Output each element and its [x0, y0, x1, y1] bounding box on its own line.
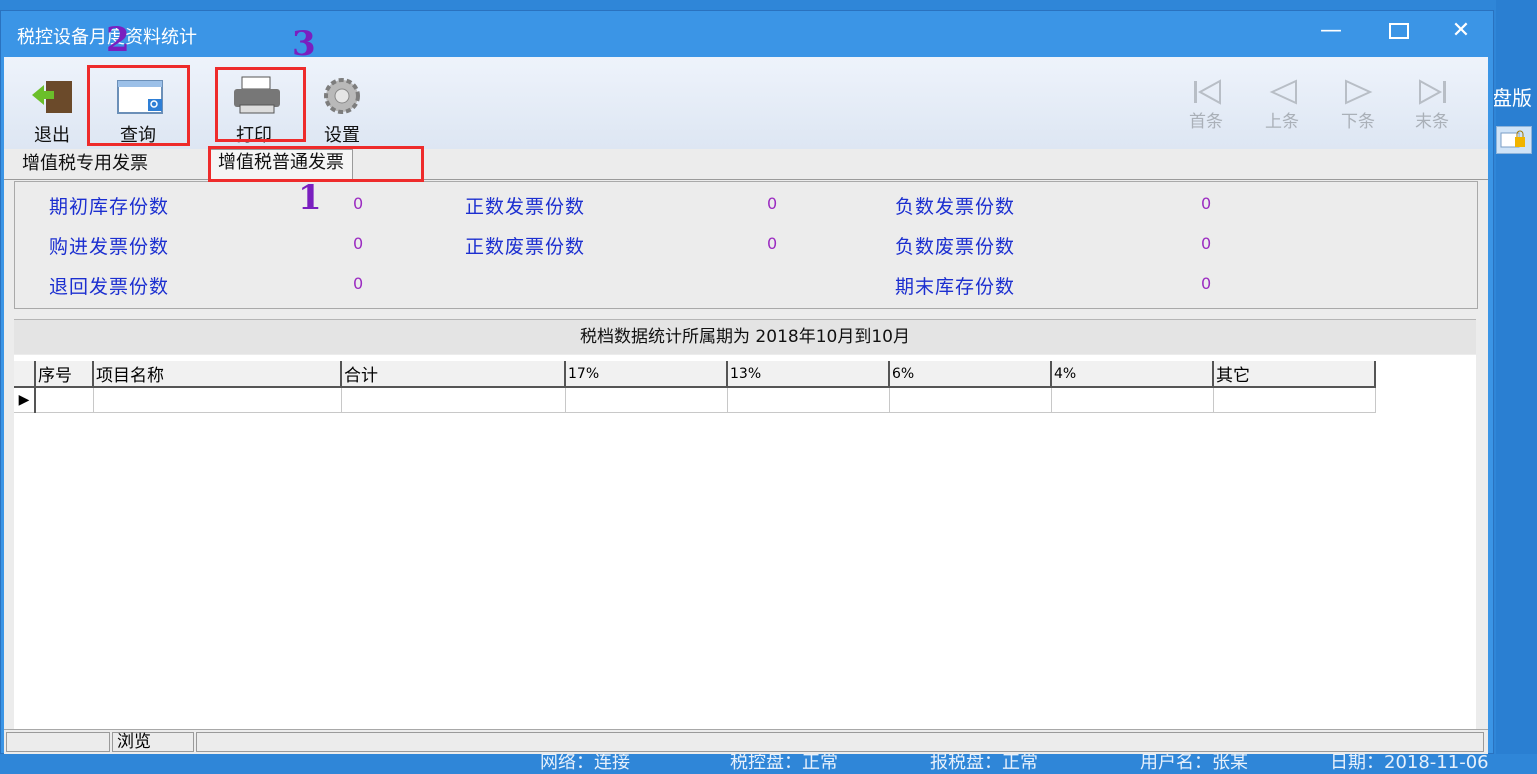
- background-statusbar: 网络：连接 税控盘：正常 报税盘：正常 用户名：张某 日期：2018-11-06: [0, 752, 1537, 773]
- highlight-print-button: [215, 67, 306, 142]
- highlight-query-button: [87, 65, 190, 146]
- closing-stock-label: 期末库存份数: [895, 276, 1016, 298]
- title-bar[interactable]: 税控设备月度资料统计 — ✕: [1, 11, 1493, 57]
- column-header[interactable]: 6%: [889, 361, 1052, 388]
- last-record-button[interactable]: 末条: [1402, 77, 1462, 137]
- skip-last-icon: [1416, 77, 1450, 107]
- positive-void-label: 正数废票份数: [465, 236, 586, 258]
- negative-void-label: 负数废票份数: [895, 236, 1016, 258]
- purchased-label: 购进发票份数: [49, 236, 170, 258]
- status-cell: [196, 732, 1484, 752]
- exit-button[interactable]: 退出: [20, 75, 84, 146]
- last-record-label: 末条: [1415, 112, 1449, 132]
- minimize-button[interactable]: —: [1311, 15, 1351, 47]
- arrow-right-icon: [1342, 77, 1376, 107]
- annotation-mark: 3: [292, 24, 316, 64]
- purchased-value: 0: [353, 234, 364, 253]
- settings-button[interactable]: 设置: [310, 75, 374, 146]
- data-grid-area[interactable]: 序号 项目名称 合计 17% 13% 6% 4% 其它 ▶: [14, 355, 1476, 731]
- arrow-left-icon: [1266, 77, 1300, 107]
- grid-corner: [14, 361, 36, 388]
- column-header[interactable]: 其它: [1213, 361, 1376, 388]
- annotation-mark: 1: [298, 178, 322, 218]
- lock-icon: [1496, 126, 1532, 154]
- returned-value: 0: [353, 274, 364, 293]
- table-row[interactable]: ▶: [14, 387, 1376, 413]
- positive-invoices-label: 正数发票份数: [465, 196, 586, 218]
- positive-void-value: 0: [767, 234, 778, 253]
- close-button[interactable]: ✕: [1441, 15, 1481, 47]
- table-cell[interactable]: [1051, 387, 1214, 413]
- column-header[interactable]: 合计: [341, 361, 566, 388]
- column-header[interactable]: 4%: [1051, 361, 1214, 388]
- statistics-period: 税档数据统计所属期为 2018年10月到10月: [14, 319, 1476, 354]
- column-header[interactable]: 序号: [35, 361, 94, 388]
- gear-icon: [320, 75, 364, 117]
- table-cell[interactable]: [1213, 387, 1376, 413]
- background-text: 盘版: [1492, 86, 1532, 110]
- table-cell[interactable]: [341, 387, 566, 413]
- settings-label: 设置: [324, 125, 360, 146]
- table-cell[interactable]: [727, 387, 890, 413]
- tab-special-vat-invoice[interactable]: 增值税专用发票: [14, 151, 156, 177]
- stats-panel: 期初库存份数 0 购进发票份数 0 退回发票份数 0 正数发票份数 0 正数废票…: [14, 181, 1478, 309]
- first-record-button[interactable]: 首条: [1176, 77, 1236, 137]
- maximize-button[interactable]: [1379, 15, 1419, 47]
- opening-stock-value: 0: [353, 194, 364, 213]
- table-cell[interactable]: [889, 387, 1052, 413]
- previous-record-button[interactable]: 上条: [1252, 77, 1312, 137]
- skip-first-icon: [1190, 77, 1224, 107]
- desktop-background: 盘版: [1492, 0, 1537, 768]
- table-cell[interactable]: [35, 387, 94, 413]
- negative-void-value: 0: [1201, 234, 1212, 253]
- negative-invoices-value: 0: [1201, 194, 1212, 213]
- exit-label: 退出: [34, 125, 70, 146]
- highlight-ordinary-tab: [208, 146, 424, 182]
- returned-label: 退回发票份数: [49, 276, 170, 298]
- status-cell: [6, 732, 110, 752]
- table-cell[interactable]: [565, 387, 728, 413]
- annotation-mark: 2: [106, 20, 130, 60]
- negative-invoices-label: 负数发票份数: [895, 196, 1016, 218]
- closing-stock-value: 0: [1201, 274, 1212, 293]
- status-mode: 浏览: [112, 732, 194, 752]
- exit-icon: [30, 75, 74, 117]
- next-record-button[interactable]: 下条: [1328, 77, 1388, 137]
- column-header[interactable]: 17%: [565, 361, 728, 388]
- data-grid[interactable]: 序号 项目名称 合计 17% 13% 6% 4% 其它 ▶: [14, 361, 1376, 413]
- row-indicator-icon: ▶: [14, 387, 36, 413]
- status-bar: 浏览: [4, 729, 1488, 754]
- table-cell[interactable]: [93, 387, 342, 413]
- column-header[interactable]: 13%: [727, 361, 890, 388]
- next-record-label: 下条: [1341, 112, 1375, 132]
- previous-record-label: 上条: [1265, 112, 1299, 132]
- positive-invoices-value: 0: [767, 194, 778, 213]
- first-record-label: 首条: [1189, 112, 1223, 132]
- column-header[interactable]: 项目名称: [93, 361, 342, 388]
- grid-header-row: 序号 项目名称 合计 17% 13% 6% 4% 其它: [14, 361, 1376, 388]
- opening-stock-label: 期初库存份数: [49, 196, 170, 218]
